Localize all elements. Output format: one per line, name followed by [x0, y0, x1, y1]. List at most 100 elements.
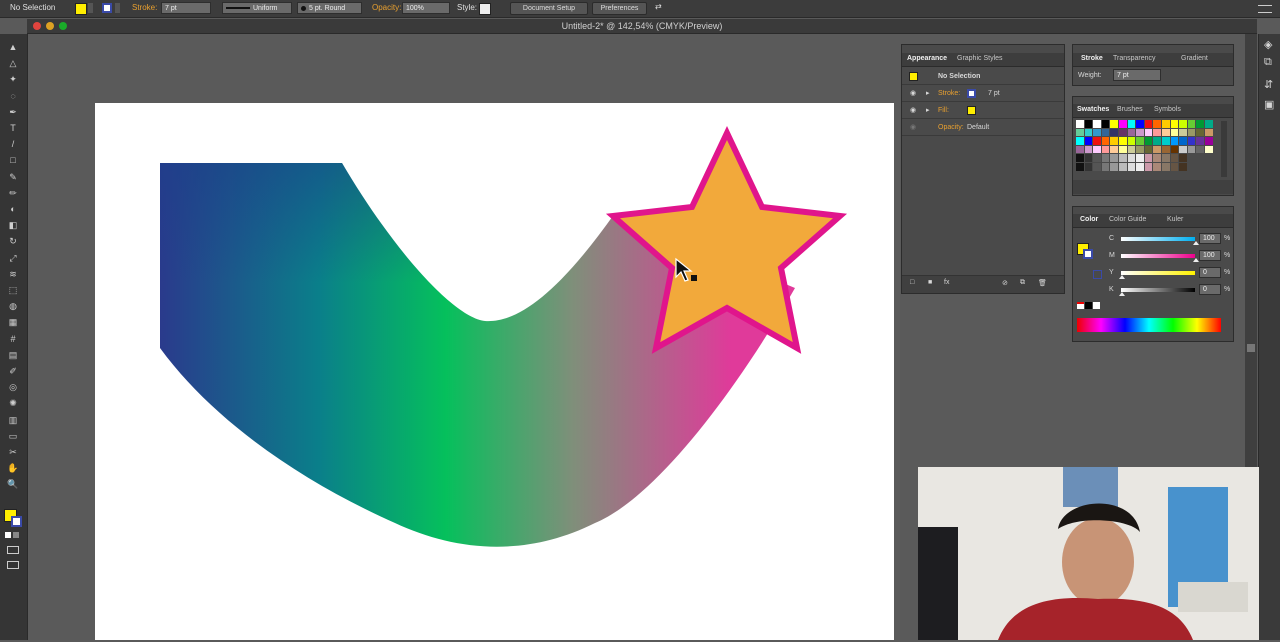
- swatch[interactable]: [1093, 145, 1101, 154]
- stroke-label[interactable]: Stroke:: [132, 3, 157, 12]
- swatch[interactable]: [1119, 154, 1127, 162]
- expand-triangle-icon[interactable]: ▸: [926, 89, 930, 97]
- appearance-stroke-value[interactable]: 7 pt: [988, 90, 1000, 97]
- swatch[interactable]: [1127, 154, 1136, 162]
- swatch[interactable]: [1076, 163, 1084, 171]
- swatch[interactable]: [1119, 145, 1127, 154]
- panel-menu-icon[interactable]: [1258, 5, 1272, 13]
- preferences-button[interactable]: Preferences: [592, 2, 647, 15]
- swatch[interactable]: [1119, 128, 1127, 137]
- swatch[interactable]: [1153, 120, 1161, 128]
- hand-icon[interactable]: ✋: [7, 463, 19, 473]
- variable-width-profile[interactable]: Uniform: [222, 2, 292, 14]
- selection-icon[interactable]: ▲: [7, 42, 19, 52]
- swatch[interactable]: [1076, 154, 1084, 162]
- transform-icon[interactable]: ▣: [1264, 98, 1274, 111]
- none-swatch[interactable]: [1077, 302, 1084, 309]
- swatch[interactable]: [1196, 137, 1204, 145]
- appearance-fill-row[interactable]: ◉ ▸ Fill:: [902, 103, 1064, 119]
- swatch[interactable]: [1084, 163, 1093, 171]
- lasso-icon[interactable]: ◌: [7, 91, 19, 101]
- rotate-icon[interactable]: ↻: [7, 236, 19, 246]
- channel-value-c[interactable]: 100: [1199, 233, 1221, 244]
- swatch[interactable]: [1153, 145, 1161, 154]
- swatch[interactable]: [1170, 154, 1179, 162]
- swatch[interactable]: [1187, 137, 1196, 145]
- clear-appearance-icon[interactable]: ⊘: [1002, 279, 1008, 287]
- swatch[interactable]: [1101, 154, 1110, 162]
- swatch[interactable]: [1127, 120, 1136, 128]
- eraser-icon[interactable]: ◧: [7, 220, 19, 230]
- channel-slider-k[interactable]: [1121, 288, 1195, 292]
- swatch[interactable]: [1093, 154, 1101, 162]
- brush-definition[interactable]: 5 pt. Round: [297, 2, 362, 14]
- pencil-icon[interactable]: ✏: [7, 188, 19, 198]
- black-swatch[interactable]: [1085, 302, 1092, 309]
- swatch[interactable]: [1136, 145, 1144, 154]
- swatch[interactable]: [1101, 137, 1110, 145]
- channel-slider-y[interactable]: [1121, 271, 1195, 275]
- delete-item-icon[interactable]: 🗑: [1038, 279, 1047, 287]
- tab-kuler[interactable]: Kuler: [1167, 216, 1183, 223]
- swatches-scrollbar[interactable]: [1221, 121, 1227, 177]
- channel-thumb-k[interactable]: [1119, 292, 1125, 296]
- scroll-thumb[interactable]: [1247, 344, 1255, 352]
- swatch[interactable]: [1084, 145, 1093, 154]
- swatch[interactable]: [1093, 128, 1101, 137]
- swatch[interactable]: [1110, 154, 1118, 162]
- appearance-fill-label[interactable]: Fill:: [938, 107, 949, 114]
- swatch[interactable]: [1076, 137, 1084, 145]
- stroke-dropdown-icon[interactable]: [115, 3, 120, 13]
- swatch[interactable]: [1196, 145, 1204, 154]
- swatch[interactable]: [1179, 154, 1187, 162]
- swatch[interactable]: [1179, 137, 1187, 145]
- artboard-icon[interactable]: ▭: [7, 431, 19, 441]
- stroke-swatch[interactable]: [102, 3, 112, 13]
- swatch[interactable]: [1144, 128, 1153, 137]
- blob-brush-icon[interactable]: ◐: [7, 204, 19, 214]
- stroke-color-box[interactable]: [11, 516, 22, 527]
- document-setup-button[interactable]: Document Setup: [510, 2, 588, 15]
- swatch[interactable]: [1076, 120, 1084, 128]
- width-icon[interactable]: ≋: [7, 269, 19, 279]
- channel-value-y[interactable]: 0: [1199, 267, 1221, 278]
- shape-builder-icon[interactable]: ◍: [7, 301, 19, 311]
- tab-brushes[interactable]: Brushes: [1117, 106, 1143, 113]
- symbol-sprayer-icon[interactable]: ✺: [7, 398, 19, 408]
- swatch[interactable]: [1205, 120, 1213, 128]
- swatch[interactable]: [1093, 163, 1101, 171]
- gradient-mode-icon[interactable]: [13, 532, 19, 538]
- swatch[interactable]: [1084, 120, 1093, 128]
- swatch[interactable]: [1144, 154, 1153, 162]
- swatch[interactable]: [1093, 137, 1101, 145]
- tab-appearance[interactable]: Appearance: [907, 55, 947, 62]
- swatch[interactable]: [1101, 120, 1110, 128]
- swatch[interactable]: [1179, 120, 1187, 128]
- artwork[interactable]: [95, 103, 894, 640]
- swatch[interactable]: [1076, 128, 1084, 137]
- artboards-icon[interactable]: ⧉: [1264, 56, 1272, 69]
- layers-icon[interactable]: ◈: [1264, 38, 1272, 51]
- color-stroke-box[interactable]: [1083, 249, 1093, 259]
- swatch[interactable]: [1127, 128, 1136, 137]
- swatch[interactable]: [1119, 137, 1127, 145]
- swatch[interactable]: [1179, 163, 1187, 171]
- style-swatch[interactable]: [479, 3, 491, 15]
- type-icon[interactable]: T: [7, 123, 19, 133]
- eyedropper-icon[interactable]: ✐: [7, 366, 19, 376]
- swatch[interactable]: [1144, 163, 1153, 171]
- swatch[interactable]: [1084, 137, 1093, 145]
- draw-mode-icon[interactable]: [7, 546, 19, 554]
- zoom-icon[interactable]: 🔍: [7, 479, 19, 489]
- screen-mode-icon[interactable]: [7, 561, 19, 569]
- appearance-opacity-label[interactable]: Opacity:: [938, 124, 964, 131]
- opacity-label[interactable]: Opacity:: [372, 3, 401, 12]
- fill-swatch[interactable]: [75, 3, 87, 15]
- appearance-stroke-swatch[interactable]: [967, 89, 976, 98]
- visibility-eye-icon[interactable]: ◉: [910, 123, 916, 131]
- swatch[interactable]: [1136, 120, 1144, 128]
- swatch[interactable]: [1162, 120, 1170, 128]
- swatch[interactable]: [1093, 120, 1101, 128]
- line-icon[interactable]: /: [7, 139, 19, 149]
- arrange-documents-icon[interactable]: ⇄: [655, 2, 662, 11]
